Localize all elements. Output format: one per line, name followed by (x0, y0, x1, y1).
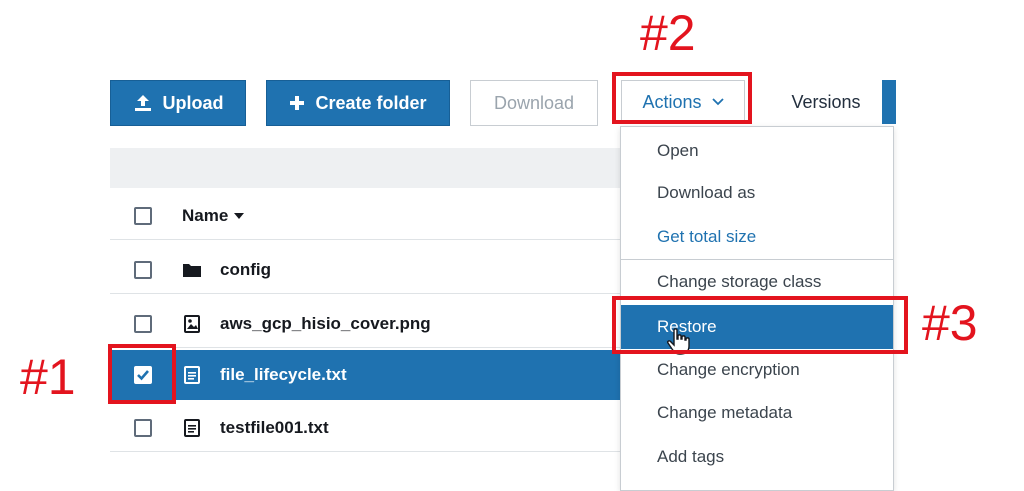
versions-tab[interactable]: Versions (770, 80, 882, 124)
table-header-row: Name (110, 192, 620, 240)
menu-item-label: Change metadata (657, 403, 793, 422)
download-button-label: Download (493, 92, 575, 113)
row-checkbox[interactable] (134, 260, 152, 279)
annotation-label-3: #3 (922, 295, 978, 351)
file-name[interactable]: config (220, 260, 271, 280)
menu-item-label: Open (657, 141, 699, 160)
name-column-header[interactable]: Name (182, 205, 245, 226)
text-file-icon (182, 418, 202, 438)
create-folder-button-label: Create folder (315, 92, 427, 113)
annotation-box-3 (612, 296, 908, 354)
menu-item-open[interactable]: Open (621, 129, 893, 173)
versions-tab-label: Versions (791, 91, 861, 112)
row-checkbox[interactable] (134, 418, 152, 437)
upload-icon (133, 94, 153, 112)
plus-icon (289, 95, 305, 111)
create-folder-button[interactable]: Create folder (266, 80, 450, 126)
upload-button[interactable]: Upload (110, 80, 246, 126)
menu-item-add-tags[interactable]: Add tags (621, 435, 893, 479)
table-row-selected[interactable]: file_lifecycle.txt (110, 350, 620, 400)
annotation-box-2 (612, 72, 752, 124)
select-all-checkbox[interactable] (134, 206, 152, 225)
file-name[interactable]: testfile001.txt (220, 418, 329, 438)
menu-item-label: Download as (657, 183, 756, 202)
menu-item-download-as[interactable]: Download as (621, 171, 893, 215)
annotation-box-1 (108, 344, 176, 404)
menu-item-label: Change encryption (657, 360, 800, 379)
menu-item-change-metadata[interactable]: Change metadata (621, 391, 893, 435)
folder-icon (182, 260, 202, 280)
menu-item-label: Add tags (657, 447, 725, 466)
file-name[interactable]: aws_gcp_hisio_cover.png (220, 314, 431, 334)
menu-item-get-total-size[interactable]: Get total size (621, 215, 893, 259)
table-row[interactable]: testfile001.txt (110, 404, 620, 452)
menu-item-change-encryption[interactable]: Change encryption (621, 348, 893, 392)
toolbar-edge (882, 80, 896, 124)
caret-down-icon (234, 212, 245, 219)
annotation-label-2: #2 (640, 5, 696, 61)
annotation-label-1: #1 (20, 349, 76, 405)
menu-item-label: Change storage class (657, 272, 822, 291)
table-row[interactable]: config (110, 246, 620, 294)
file-name[interactable]: file_lifecycle.txt (220, 365, 347, 385)
name-column-header-label: Name (182, 205, 229, 225)
text-file-icon (182, 365, 202, 385)
row-checkbox[interactable] (134, 314, 152, 333)
upload-button-label: Upload (162, 92, 224, 113)
table-toolbar-strip (110, 148, 620, 188)
download-button[interactable]: Download (470, 80, 598, 126)
menu-item-label: Get total size (657, 227, 757, 246)
image-file-icon (182, 314, 202, 334)
table-row[interactable]: aws_gcp_hisio_cover.png (110, 300, 620, 348)
